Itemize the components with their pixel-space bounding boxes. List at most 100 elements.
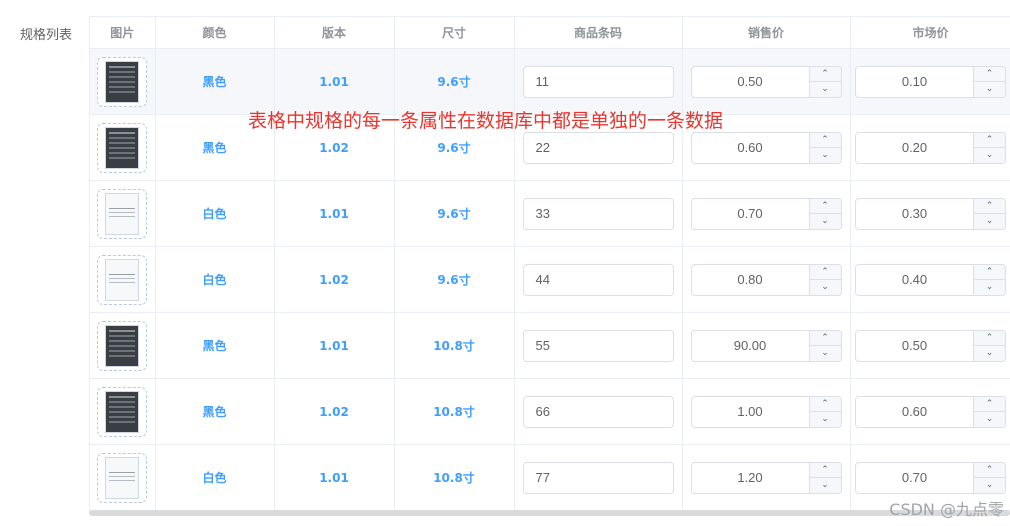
- size-cell: 10.8寸: [394, 378, 515, 445]
- market-price-value[interactable]: 0.70: [856, 463, 973, 493]
- size-cell: 9.6寸: [394, 180, 515, 247]
- version-cell: 1.01: [274, 312, 395, 379]
- chevron-up-icon[interactable]: ⌃: [974, 463, 1005, 478]
- barcode-input[interactable]: 77: [522, 461, 674, 494]
- size-cell: 9.6寸: [394, 246, 515, 313]
- color-cell: 白色: [155, 444, 275, 511]
- chevron-up-icon[interactable]: ⌃: [809, 199, 841, 214]
- sale-price-input[interactable]: 0.50 ⌃ ⌄: [690, 65, 842, 98]
- chevron-down-icon[interactable]: ⌄: [974, 346, 1005, 361]
- size-cell: 10.8寸: [394, 312, 515, 379]
- watermark: CSDN @九点零: [889, 500, 1004, 519]
- table-row: 黑色 1.01 9.6寸 11 0.50 ⌃ ⌄ 0.10 ⌃ ⌄: [90, 48, 1010, 115]
- barcode-cell: 55: [514, 312, 683, 379]
- horizontal-scrollbar[interactable]: [89, 510, 1010, 516]
- market-price-input[interactable]: 0.30 ⌃ ⌄: [855, 197, 1006, 230]
- market-price-input[interactable]: 0.60 ⌃ ⌄: [855, 395, 1006, 428]
- sale-price-cell: 0.70 ⌃ ⌄: [682, 180, 851, 247]
- barcode-cell: 77: [514, 444, 683, 511]
- market-price-input[interactable]: 0.50 ⌃ ⌄: [855, 329, 1006, 362]
- header-size: 尺寸: [394, 16, 515, 49]
- barcode-input[interactable]: 11: [522, 65, 674, 98]
- barcode-input[interactable]: 66: [522, 395, 674, 428]
- product-thumbnail[interactable]: [97, 188, 148, 239]
- product-thumbnail[interactable]: [97, 122, 148, 173]
- product-thumbnail[interactable]: [97, 254, 148, 305]
- sale-price-input[interactable]: 1.00 ⌃ ⌄: [690, 395, 842, 428]
- sale-price-input[interactable]: 0.80 ⌃ ⌄: [690, 263, 842, 296]
- chevron-up-icon[interactable]: ⌃: [809, 265, 841, 280]
- chevron-down-icon[interactable]: ⌄: [810, 346, 841, 361]
- sale-price-cell: 0.80 ⌃ ⌄: [682, 246, 851, 313]
- product-thumbnail[interactable]: [97, 452, 148, 503]
- chevron-up-icon[interactable]: ⌃: [974, 67, 1005, 82]
- sale-price-value[interactable]: 1.00: [692, 397, 809, 427]
- market-price-input[interactable]: 0.40 ⌃ ⌄: [855, 263, 1006, 296]
- chevron-down-icon[interactable]: ⌄: [974, 214, 1005, 229]
- chevron-down-icon[interactable]: ⌄: [810, 214, 841, 229]
- sale-price-input[interactable]: 1.20 ⌃ ⌄: [690, 461, 842, 494]
- barcode-input[interactable]: 22: [522, 131, 674, 164]
- sale-price-value[interactable]: 0.70: [692, 199, 809, 229]
- barcode-input[interactable]: 55: [522, 329, 674, 362]
- sale-price-cell: 1.00 ⌃ ⌄: [682, 378, 851, 445]
- sale-price-value[interactable]: 90.00: [692, 331, 809, 361]
- product-thumbnail[interactable]: [97, 320, 148, 371]
- chevron-down-icon[interactable]: ⌄: [810, 280, 841, 295]
- header-image: 图片: [90, 16, 156, 49]
- image-cell: [90, 48, 156, 115]
- table-row: 黑色 1.01 10.8寸 55 90.00 ⌃ ⌄ 0.50 ⌃ ⌄: [90, 312, 1010, 379]
- market-price-cell: 0.60 ⌃ ⌄: [850, 378, 1010, 445]
- chevron-up-icon[interactable]: ⌃: [809, 397, 841, 412]
- market-price-value[interactable]: 0.30: [856, 199, 973, 229]
- market-price-value[interactable]: 0.40: [856, 265, 973, 295]
- chevron-up-icon[interactable]: ⌃: [974, 331, 1005, 346]
- color-cell: 黑色: [155, 378, 275, 445]
- header-barcode: 商品条码: [514, 16, 683, 49]
- chevron-up-icon[interactable]: ⌃: [809, 463, 841, 478]
- product-thumbnail[interactable]: [97, 386, 148, 437]
- sale-price-input[interactable]: 0.70 ⌃ ⌄: [690, 197, 842, 230]
- chevron-down-icon[interactable]: ⌄: [974, 280, 1005, 295]
- chevron-up-icon[interactable]: ⌃: [974, 265, 1005, 280]
- market-price-input[interactable]: 0.70 ⌃ ⌄: [855, 461, 1006, 494]
- chevron-up-icon[interactable]: ⌃: [809, 331, 841, 346]
- product-thumbnail[interactable]: [97, 56, 148, 107]
- market-price-input[interactable]: 0.20 ⌃ ⌄: [855, 131, 1006, 164]
- sale-price-value[interactable]: 1.20: [692, 463, 809, 493]
- market-price-value[interactable]: 0.10: [856, 67, 973, 97]
- sale-price-value[interactable]: 0.60: [692, 133, 809, 163]
- market-price-value[interactable]: 0.20: [856, 133, 973, 163]
- barcode-input[interactable]: 33: [522, 197, 674, 230]
- chevron-up-icon[interactable]: ⌃: [809, 67, 841, 82]
- chevron-down-icon[interactable]: ⌄: [974, 82, 1005, 97]
- version-cell: 1.01: [274, 444, 395, 511]
- sale-price-input[interactable]: 90.00 ⌃ ⌄: [690, 329, 842, 362]
- chevron-down-icon[interactable]: ⌄: [810, 148, 841, 163]
- chevron-down-icon[interactable]: ⌄: [974, 148, 1005, 163]
- chevron-up-icon[interactable]: ⌃: [809, 133, 841, 148]
- chevron-down-icon[interactable]: ⌄: [974, 412, 1005, 427]
- sale-price-input[interactable]: 0.60 ⌃ ⌄: [690, 131, 842, 164]
- spec-list-label: 规格列表: [20, 28, 73, 43]
- market-price-value[interactable]: 0.60: [856, 397, 973, 427]
- sale-price-value[interactable]: 0.80: [692, 265, 809, 295]
- color-cell: 白色: [155, 246, 275, 313]
- chevron-down-icon[interactable]: ⌄: [810, 478, 841, 493]
- market-price-cell: 0.30 ⌃ ⌄: [850, 180, 1010, 247]
- chevron-up-icon[interactable]: ⌃: [974, 397, 1005, 412]
- color-cell: 黑色: [155, 48, 275, 115]
- barcode-input[interactable]: 44: [522, 263, 674, 296]
- image-cell: [90, 378, 156, 445]
- sale-price-cell: 90.00 ⌃ ⌄: [682, 312, 851, 379]
- sale-price-value[interactable]: 0.50: [692, 67, 809, 97]
- chevron-up-icon[interactable]: ⌃: [974, 199, 1005, 214]
- chevron-down-icon[interactable]: ⌄: [810, 412, 841, 427]
- market-price-value[interactable]: 0.50: [856, 331, 973, 361]
- barcode-cell: 44: [514, 246, 683, 313]
- chevron-down-icon[interactable]: ⌄: [810, 82, 841, 97]
- chevron-up-icon[interactable]: ⌃: [974, 133, 1005, 148]
- market-price-cell: 0.50 ⌃ ⌄: [850, 312, 1010, 379]
- chevron-down-icon[interactable]: ⌄: [974, 478, 1005, 493]
- market-price-input[interactable]: 0.10 ⌃ ⌄: [855, 65, 1006, 98]
